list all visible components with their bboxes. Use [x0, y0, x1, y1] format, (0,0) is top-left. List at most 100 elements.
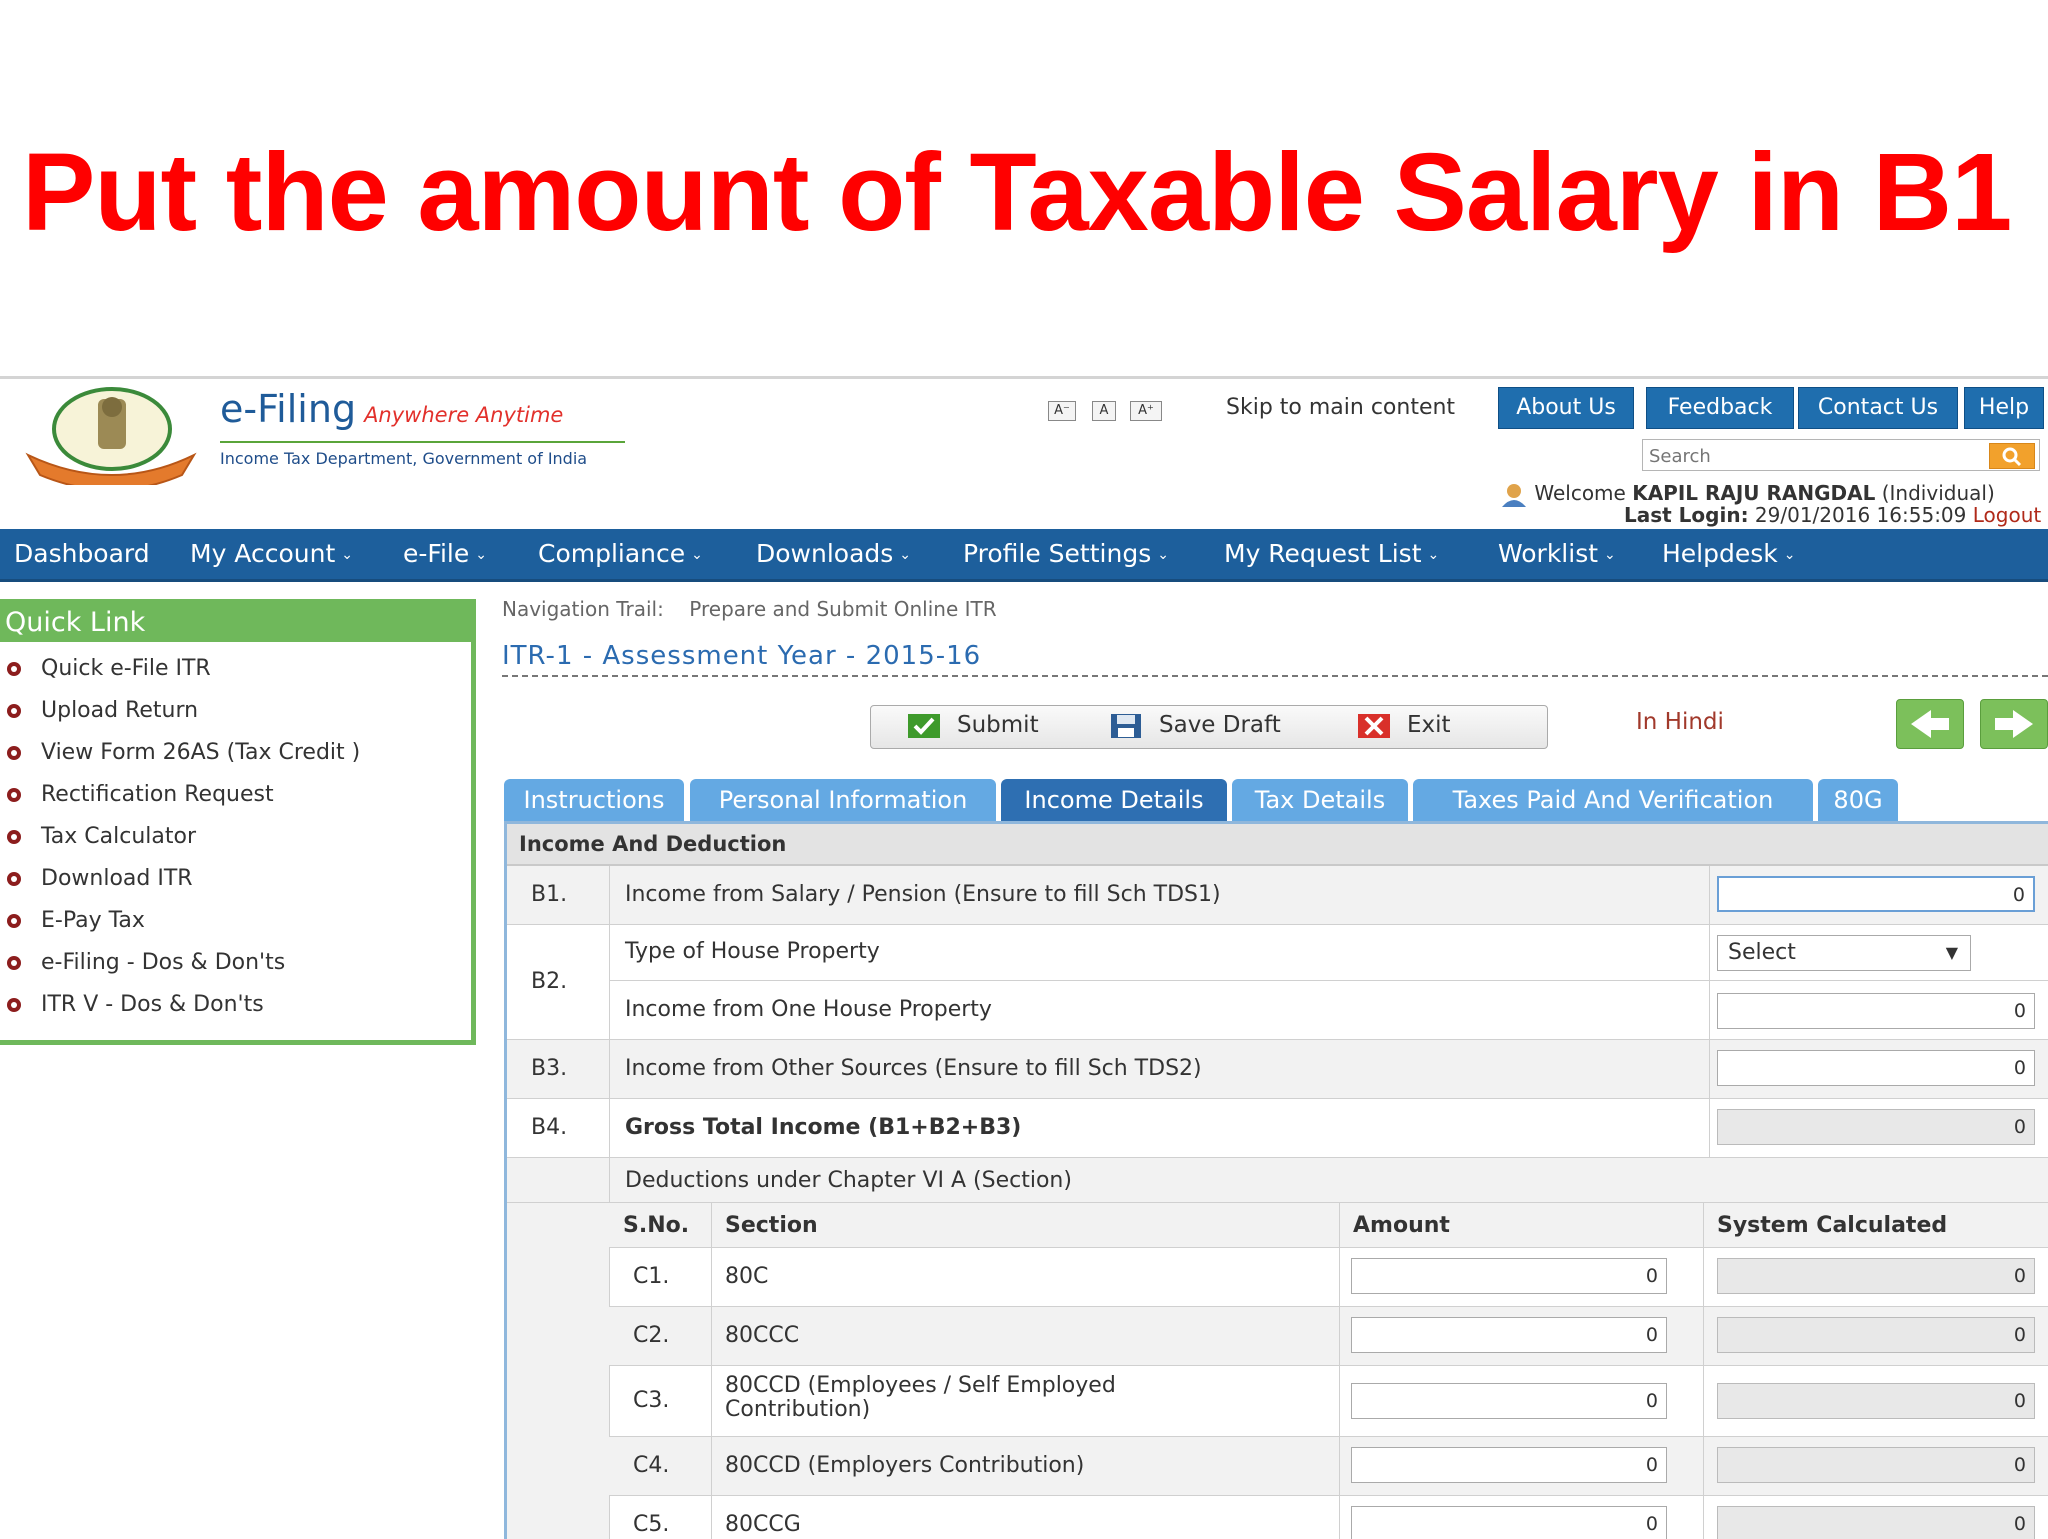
- house-property-income-input[interactable]: 0: [1717, 993, 2035, 1029]
- bullet-icon: [7, 746, 21, 760]
- font-decrease-button[interactable]: A⁻: [1048, 401, 1076, 421]
- chevron-down-icon: ⌄: [1427, 547, 1440, 563]
- table-row: C5. 80CCG 0 0: [609, 1496, 2048, 1539]
- row-section: 80CCC: [725, 1323, 800, 1348]
- amount-input[interactable]: 0: [1351, 1447, 1667, 1483]
- system-calculated-field: 0: [1717, 1258, 2035, 1294]
- nav-e-file[interactable]: e-File ⌄: [403, 539, 487, 568]
- breadcrumb-current[interactable]: Prepare and Submit Online ITR: [689, 597, 996, 621]
- arrow-left-icon: [1911, 710, 1949, 738]
- salary-income-input[interactable]: 0: [1717, 876, 2035, 912]
- chevron-down-icon: ⌄: [1157, 547, 1169, 563]
- other-sources-income-input[interactable]: 0: [1717, 1050, 2035, 1086]
- amount-input[interactable]: 0: [1351, 1317, 1667, 1353]
- quick-link-item[interactable]: Download ITR: [7, 866, 193, 891]
- contact-us-button[interactable]: Contact Us: [1798, 387, 1958, 429]
- nav-dashboard[interactable]: Dashboard: [14, 539, 150, 568]
- bullet-icon: [7, 662, 21, 676]
- amount-input[interactable]: 0: [1351, 1506, 1667, 1539]
- chevron-down-icon: ⌄: [341, 547, 353, 563]
- title-divider: [502, 675, 2048, 677]
- nav-my-account[interactable]: My Account ⌄: [190, 539, 353, 568]
- system-calculated-field: 0: [1717, 1447, 2035, 1483]
- font-normal-button[interactable]: A: [1092, 401, 1116, 421]
- tab-tax-details[interactable]: Tax Details: [1232, 779, 1408, 821]
- brand-divider: [220, 441, 625, 443]
- search-input[interactable]: [1647, 443, 1991, 469]
- quick-link-title: Quick Link: [0, 604, 471, 642]
- save-draft-button[interactable]: Save Draft: [1109, 712, 1281, 739]
- row-sno: C5.: [633, 1512, 670, 1537]
- next-button[interactable]: [1980, 699, 2048, 749]
- quick-link-item[interactable]: Upload Return: [7, 698, 198, 723]
- screenshot-efiling: e-Filing Anywhere Anytime Income Tax Depa…: [0, 376, 2048, 1539]
- emblem-logo-icon: [25, 387, 197, 485]
- row-label: Income from Other Sources (Ensure to fil…: [625, 1056, 1202, 1081]
- row-sno: C4.: [633, 1453, 670, 1478]
- row-label: Gross Total Income (B1+B2+B3): [625, 1115, 1022, 1140]
- nav-my-request-list[interactable]: My Request List ⌄: [1224, 539, 1439, 568]
- system-calculated-field: 0: [1717, 1506, 2035, 1539]
- exit-button[interactable]: Exit: [1357, 712, 1451, 739]
- col-sno: S.No.: [623, 1213, 690, 1238]
- row-sno: C2.: [633, 1323, 670, 1348]
- tab-instructions[interactable]: Instructions: [504, 779, 684, 821]
- quick-link-item[interactable]: e-Filing - Dos & Don'ts: [7, 950, 285, 975]
- logout-link[interactable]: Logout: [1973, 503, 2041, 527]
- row-code: B1.: [531, 882, 568, 907]
- font-increase-button[interactable]: A⁺: [1130, 401, 1162, 421]
- quick-link-item[interactable]: Quick e-File ITR: [7, 656, 211, 681]
- table-row: C4. 80CCD (Employers Contribution) 0 0: [609, 1437, 2048, 1496]
- bullet-icon: [7, 914, 21, 928]
- last-login-value: 29/01/2016 16:55:09: [1754, 503, 1967, 527]
- chevron-down-icon: ⌄: [1604, 547, 1616, 563]
- row-deductions-label: Deductions under Chapter VI A (Section): [507, 1158, 2048, 1203]
- bullet-icon: [7, 956, 21, 970]
- tab-taxes-paid-and-verification[interactable]: Taxes Paid And Verification: [1413, 779, 1813, 821]
- search-box: [1642, 439, 2040, 471]
- amount-input[interactable]: 0: [1351, 1258, 1667, 1294]
- quick-link-item[interactable]: View Form 26AS (Tax Credit ): [7, 740, 360, 765]
- house-property-type-select[interactable]: Select ▼: [1717, 935, 1971, 971]
- bullet-icon: [7, 998, 21, 1012]
- help-button[interactable]: Help: [1964, 387, 2044, 429]
- user-name: KAPIL RAJU RANGDAL: [1632, 481, 1876, 505]
- nav-profile-settings[interactable]: Profile Settings ⌄: [963, 539, 1169, 568]
- quick-link-item[interactable]: E-Pay Tax: [7, 908, 145, 933]
- chevron-down-icon: ⌄: [899, 547, 912, 563]
- previous-button[interactable]: [1896, 699, 1964, 749]
- row-b1: B1. Income from Salary / Pension (Ensure…: [507, 866, 2048, 925]
- nav-downloads[interactable]: Downloads ⌄: [756, 539, 911, 568]
- amount-input[interactable]: 0: [1351, 1383, 1667, 1419]
- nav-helpdesk[interactable]: Helpdesk ⌄: [1662, 539, 1795, 568]
- nav-worklist[interactable]: Worklist ⌄: [1498, 539, 1616, 568]
- tab-80g[interactable]: 80G: [1818, 779, 1898, 821]
- nav-compliance[interactable]: Compliance ⌄: [538, 539, 703, 568]
- tab-income-details[interactable]: Income Details: [1001, 779, 1227, 821]
- row-code: B4.: [531, 1115, 568, 1140]
- section-header: Income And Deduction: [507, 824, 2048, 866]
- in-hindi-link[interactable]: In Hindi: [1636, 709, 1724, 735]
- deductions-label: Deductions under Chapter VI A (Section): [625, 1168, 1072, 1193]
- col-system-calculated: System Calculated: [1717, 1213, 1948, 1238]
- row-label: Type of House Property: [625, 939, 880, 964]
- close-icon: [1358, 713, 1390, 738]
- quick-link-item[interactable]: ITR V - Dos & Don'ts: [7, 992, 264, 1017]
- dropdown-arrow-icon: ▼: [1945, 943, 1958, 962]
- welcome-prefix: Welcome: [1534, 481, 1626, 505]
- row-b2: B2. Type of House Property Select ▼ Inco…: [507, 925, 2048, 1040]
- tab-personal-information[interactable]: Personal Information: [690, 779, 996, 821]
- breadcrumb-label: Navigation Trail:: [502, 597, 664, 621]
- row-sno: C3.: [633, 1388, 670, 1413]
- submit-button[interactable]: Submit: [907, 712, 1039, 739]
- search-button[interactable]: [1989, 443, 2035, 469]
- about-us-button[interactable]: About Us: [1498, 387, 1634, 429]
- row-label: Income from Salary / Pension (Ensure to …: [625, 882, 1221, 907]
- skip-to-content-link[interactable]: Skip to main content: [1226, 395, 1455, 420]
- feedback-button[interactable]: Feedback: [1646, 387, 1794, 429]
- bullet-icon: [7, 872, 21, 886]
- quick-link-item[interactable]: Rectification Request: [7, 782, 274, 807]
- gross-total-income-field: 0: [1717, 1109, 2035, 1145]
- row-section: 80CCD (Employees / Self Employed Contrib…: [725, 1373, 1116, 1422]
- quick-link-item[interactable]: Tax Calculator: [7, 824, 196, 849]
